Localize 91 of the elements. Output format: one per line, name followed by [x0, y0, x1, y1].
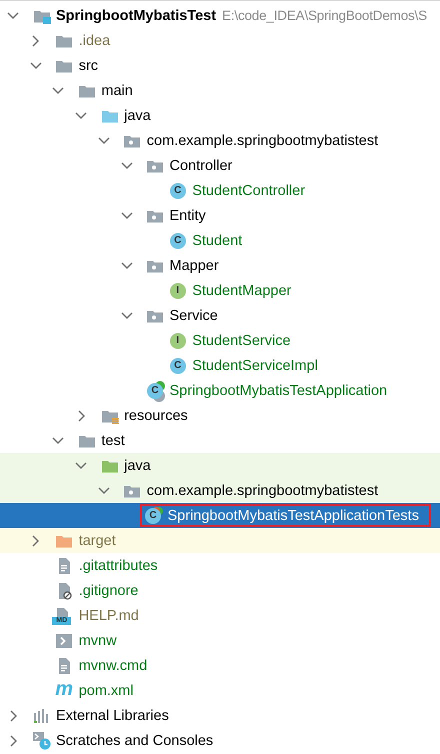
project-path: E:\code_IDEA\SpringBootDemos\S: [222, 8, 427, 23]
node-label: java: [124, 458, 151, 474]
tree-row[interactable]: java: [0, 103, 440, 128]
node-label: Mapper: [170, 258, 219, 274]
node-label: target: [78, 532, 116, 548]
tree-row[interactable]: Mapper: [0, 253, 440, 278]
node-label: src: [78, 58, 98, 74]
node-label: Scratches and Consoles: [56, 732, 214, 748]
tree-row[interactable]: com.example.springbootmybatistest: [0, 128, 440, 153]
chevron-down-icon[interactable]: [75, 112, 88, 119]
terminal-file-icon: [56, 634, 72, 648]
tree-row[interactable]: main: [0, 78, 440, 103]
tree-row[interactable]: C StudentServiceImpl: [0, 353, 440, 378]
tree-row[interactable]: src: [0, 53, 440, 78]
tree-row[interactable]: mvnw.cmd: [0, 653, 440, 678]
tree-row[interactable]: SpringbootMybatisTest E:\code_IDEA\SpringBootDemos\S: [0, 3, 440, 28]
class-icon: C: [170, 232, 186, 248]
class-icon: C: [170, 182, 186, 198]
chevron-down-icon[interactable]: [120, 262, 132, 269]
maven-icon: m: [55, 678, 74, 698]
text-file-icon: [56, 656, 72, 674]
tree-row[interactable]: Entity: [0, 203, 440, 228]
tree-row[interactable]: Service: [0, 303, 440, 328]
application-class-icon: C: [147, 382, 163, 398]
node-label: java: [124, 108, 151, 124]
chevron-down-icon[interactable]: [52, 437, 64, 444]
chevron-right-icon[interactable]: [10, 734, 16, 746]
node-label: .gitattributes: [78, 558, 158, 574]
test-class-icon: C: [145, 508, 161, 524]
chevron-down-icon[interactable]: [30, 62, 42, 69]
tree-row[interactable]: resources: [0, 403, 440, 428]
tree-row[interactable]: C Student: [0, 228, 440, 253]
node-label: External Libraries: [56, 708, 169, 724]
node-label: StudentController: [192, 182, 306, 198]
node-label: StudentServiceImpl: [192, 358, 318, 374]
chevron-down-icon[interactable]: [120, 312, 132, 319]
node-label: main: [101, 82, 133, 98]
chevron-down-icon[interactable]: [120, 212, 132, 219]
tree-row[interactable]: java: [0, 453, 440, 478]
node-label: SpringbootMybatisTestApplicationTests: [168, 508, 419, 524]
node-label: .gitignore: [78, 582, 138, 598]
ignored-file-icon: [56, 582, 72, 600]
tree-row[interactable]: m pom.xml: [0, 678, 440, 703]
chevron-down-icon[interactable]: [75, 462, 88, 469]
chevron-down-icon[interactable]: [52, 87, 64, 94]
node-label: test: [101, 432, 125, 448]
chevron-down-icon[interactable]: [120, 162, 132, 169]
text-file-icon: [56, 556, 72, 574]
tree-row[interactable]: I StudentMapper: [0, 278, 440, 303]
tree-row[interactable]: Controller: [0, 153, 440, 178]
node-label: SpringbootMybatisTest: [56, 8, 216, 24]
node-label: HELP.md: [78, 608, 139, 624]
node-label: Controller: [170, 158, 232, 174]
scratches-icon: [32, 732, 50, 750]
tree-row[interactable]: I StudentService: [0, 328, 440, 353]
class-icon: C: [170, 358, 186, 374]
node-label: com.example.springbootmybatistest: [146, 482, 378, 498]
node-label: StudentMapper: [192, 282, 292, 298]
tree-row[interactable]: External Libraries: [0, 703, 440, 728]
tree-row[interactable]: .idea: [0, 28, 440, 53]
chevron-down-icon[interactable]: [98, 487, 110, 494]
tree-row[interactable]: C SpringbootMybatisTestApplication: [0, 378, 440, 403]
node-label: resources: [124, 408, 188, 424]
tree-row[interactable]: .gitignore: [0, 578, 440, 603]
chevron-right-icon[interactable]: [32, 534, 40, 546]
chevron-right-icon[interactable]: [78, 410, 85, 422]
tree-row[interactable]: target: [0, 528, 440, 553]
node-label: .idea: [78, 32, 110, 48]
tree-row[interactable]: C SpringbootMybatisTestApplicationTests: [0, 503, 440, 528]
node-label: com.example.springbootmybatistest: [146, 132, 378, 148]
tree-row[interactable]: C StudentController: [0, 178, 440, 203]
node-label: Student: [192, 232, 242, 248]
node-label: StudentService: [192, 332, 291, 348]
tree-row[interactable]: .gitattributes: [0, 553, 440, 578]
node-label: Service: [170, 308, 218, 324]
node-label: Entity: [170, 208, 206, 224]
chevron-down-icon[interactable]: [98, 137, 110, 144]
tree-row[interactable]: Scratches and Consoles: [0, 728, 440, 753]
libraries-icon: [34, 708, 50, 722]
tree-row[interactable]: mvnw: [0, 628, 440, 653]
interface-icon: I: [170, 282, 186, 298]
interface-icon: I: [170, 332, 186, 348]
node-label: SpringbootMybatisTestApplication: [170, 382, 388, 398]
chevron-right-icon[interactable]: [10, 710, 16, 722]
tree-row[interactable]: com.example.springbootmybatistest: [0, 478, 440, 503]
node-label: pom.xml: [78, 682, 134, 698]
tree-row[interactable]: test: [0, 428, 440, 453]
node-label: mvnw.cmd: [78, 658, 148, 674]
node-label: mvnw: [78, 632, 117, 648]
chevron-right-icon[interactable]: [32, 34, 40, 46]
chevron-down-icon[interactable]: [7, 12, 19, 19]
